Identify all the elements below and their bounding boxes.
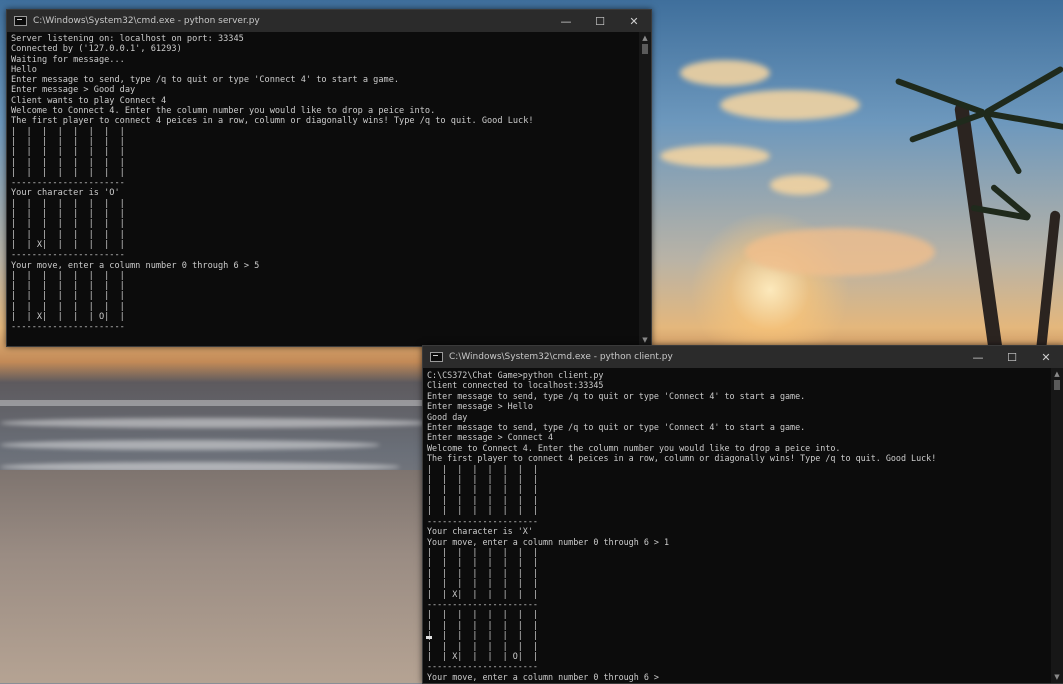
terminal-line: | | | | | | | | — [427, 578, 538, 589]
terminal-line: | | | | | | | | — [11, 291, 125, 302]
server-window-title: C:\Windows\System32\cmd.exe - python ser… — [33, 16, 260, 26]
terminal-line: ---------------------- — [427, 661, 538, 672]
terminal-line: | | X| | | | O| | — [11, 312, 125, 323]
client-scrollbar[interactable]: ▲ ▼ — [1051, 368, 1063, 683]
terminal-line: ---------------------- — [11, 178, 125, 189]
terminal-line: Connected by ('127.0.0.1', 61293) — [11, 44, 182, 55]
terminal-line: | | | | | | | | — [427, 494, 538, 505]
terminal-line: | | | | | | | | — [427, 630, 538, 641]
terminal-line: | | | | | | | | — [427, 567, 538, 578]
terminal-line: | | | | | | | | — [11, 167, 125, 178]
terminal-line: | | | | | | | | — [427, 546, 538, 557]
terminal-line: ---------------------- — [11, 250, 125, 261]
terminal-line: Client wants to play Connect 4 — [11, 95, 167, 106]
client-console-window[interactable]: C:\Windows\System32\cmd.exe - python cli… — [422, 345, 1063, 684]
server-console-output[interactable]: Server listening on: localhost on port: … — [7, 32, 639, 346]
terminal-line: C:\CS372\Chat Game>python client.py — [427, 370, 604, 380]
terminal-line: | | | | | | | | — [427, 505, 538, 516]
terminal-line: | | | | | | | | — [11, 209, 125, 220]
terminal-line: ---------------------- — [11, 322, 125, 333]
terminal-line: ---------------------- — [427, 515, 538, 526]
terminal-line: | | | | | | | | — [11, 126, 125, 137]
terminal-line: | | | | | | | | — [427, 609, 538, 620]
terminal-line: | | | | | | | | — [427, 557, 538, 568]
server-terminal-text: Server listening on: localhost on port: … — [7, 32, 639, 335]
terminal-line: Enter message > Hello — [427, 401, 533, 412]
terminal-line: | | | | | | | | — [427, 640, 538, 651]
minimize-button[interactable]: — — [961, 346, 995, 368]
close-button[interactable]: ✕ — [1029, 346, 1063, 368]
terminal-line: | | | | | | | | — [11, 219, 125, 230]
terminal-line: The first player to connect 4 peices in … — [11, 116, 534, 127]
terminal-line: Your character is 'O' — [11, 188, 120, 199]
terminal-line: | | X| | | | O| | — [427, 650, 538, 661]
terminal-line: | | | | | | | | — [11, 147, 125, 158]
maximize-button[interactable]: ☐ — [583, 10, 617, 32]
terminal-line: | | | | | | | | — [11, 136, 125, 147]
server-scrollbar[interactable]: ▲ ▼ — [639, 32, 651, 346]
terminal-line: | | | | | | | | — [11, 281, 125, 292]
cmd-icon — [14, 16, 27, 26]
text-cursor — [426, 636, 432, 639]
maximize-button[interactable]: ☐ — [995, 346, 1029, 368]
terminal-line: Welcome to Connect 4. Enter the column n… — [427, 442, 841, 453]
terminal-line: Enter message to send, type /q to quit o… — [427, 422, 806, 433]
terminal-line: | | | | | | | | — [427, 474, 538, 485]
client-titlebar[interactable]: C:\Windows\System32\cmd.exe - python cli… — [423, 346, 1063, 368]
terminal-line: | | X| | | | | | — [427, 588, 538, 599]
server-console-window[interactable]: C:\Windows\System32\cmd.exe - python ser… — [6, 9, 652, 347]
terminal-line: | | | | | | | | — [11, 301, 125, 312]
terminal-line: Enter message to send, type /q to quit o… — [427, 390, 806, 401]
terminal-line: | | | | | | | | — [11, 198, 125, 209]
terminal-line: Enter message > Connect 4 — [427, 432, 554, 443]
terminal-line: Your move, enter a column number 0 throu… — [427, 671, 659, 682]
terminal-line: Waiting for message... — [11, 54, 125, 65]
terminal-line: | | | | | | | | — [427, 619, 538, 630]
client-window-title: C:\Windows\System32\cmd.exe - python cli… — [449, 352, 673, 362]
cmd-icon — [430, 352, 443, 362]
minimize-button[interactable]: — — [549, 10, 583, 32]
terminal-line: Server listening on: localhost on port: … — [11, 34, 244, 44]
scrollbar-thumb[interactable] — [1054, 380, 1060, 390]
terminal-line: | | | | | | | | — [11, 270, 125, 281]
scroll-down-icon[interactable]: ▼ — [1051, 671, 1063, 683]
scrollbar-thumb[interactable] — [642, 44, 648, 54]
scroll-up-icon[interactable]: ▲ — [1051, 368, 1063, 380]
terminal-line: | | | | | | | | — [427, 484, 538, 495]
terminal-line: | | | | | | | | — [11, 157, 125, 168]
client-terminal-text: C:\CS372\Chat Game>python client.py Clien… — [423, 368, 1051, 683]
terminal-line: Your character is 'X' — [427, 526, 533, 537]
server-titlebar[interactable]: C:\Windows\System32\cmd.exe - python ser… — [7, 10, 651, 32]
terminal-line: Your move, enter a column number 0 throu… — [427, 536, 670, 547]
scroll-up-icon[interactable]: ▲ — [639, 32, 651, 44]
terminal-line: Hello — [11, 64, 37, 75]
terminal-line: Welcome to Connect 4. Enter the column n… — [11, 106, 436, 117]
client-console-output[interactable]: C:\CS372\Chat Game>python client.py Clien… — [423, 368, 1051, 683]
terminal-line: Client connected to localhost:33345 — [427, 380, 604, 391]
terminal-line: ---------------------- — [427, 598, 538, 609]
terminal-line: | | | | | | | | — [11, 229, 125, 240]
terminal-line: Good day — [427, 411, 468, 422]
terminal-line: The first player to connect 4 peices in … — [427, 453, 937, 464]
close-button[interactable]: ✕ — [617, 10, 651, 32]
terminal-line: Enter message > Good day — [11, 85, 136, 96]
terminal-line: | | | | | | | | — [427, 463, 538, 474]
terminal-line: Your move, enter a column number 0 throu… — [11, 260, 260, 271]
terminal-line: | | X| | | | | | — [11, 239, 125, 250]
terminal-line: Enter message to send, type /q to quit o… — [11, 75, 400, 86]
